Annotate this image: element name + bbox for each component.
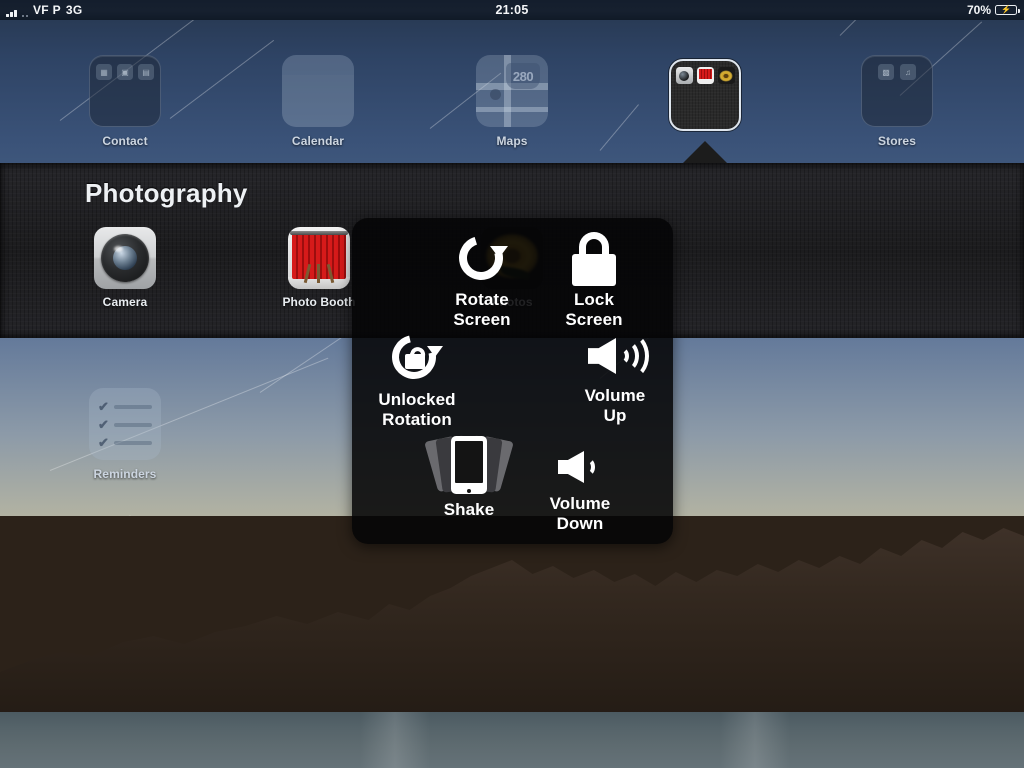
- stores-folder-icon: ▩ ♫: [861, 55, 933, 127]
- status-bar: VF P 3G 21:05 70% ⚡: [0, 0, 1024, 20]
- hud-label: Up: [603, 406, 627, 425]
- maps-icon: 280: [476, 55, 548, 127]
- folder-pointer-arrow: [683, 141, 727, 163]
- hud-label: Down: [556, 514, 604, 533]
- home-icon-photography-folder[interactable]: [657, 59, 753, 131]
- hud-label: Screen: [453, 310, 511, 329]
- hud-label: Screen: [565, 310, 623, 329]
- lock-screen-icon: [569, 232, 619, 286]
- battery-charging-icon: ⚡: [995, 5, 1020, 15]
- home-icon-label: Reminders: [93, 467, 157, 481]
- calendar-icon: [282, 55, 354, 127]
- home-icon-calendar[interactable]: Calendar: [270, 55, 366, 148]
- mountain-range: [0, 516, 1024, 716]
- hud-label: Shake: [443, 500, 495, 519]
- hud-label: Unlocked: [378, 390, 456, 409]
- home-icon-reminders[interactable]: ✔ ✔ ✔ Reminders: [77, 388, 173, 481]
- hud-shake[interactable]: Shake: [414, 435, 524, 520]
- contact-mini-icon: ▦: [96, 64, 112, 80]
- contact-mini-icon: ▤: [138, 64, 154, 80]
- hud-unlocked-rotation[interactable]: Unlocked Rotation: [352, 326, 482, 430]
- home-icon-maps[interactable]: 280 Maps: [464, 55, 560, 148]
- photo-booth-mini-icon: [696, 67, 714, 84]
- volume-up-icon: [586, 330, 649, 382]
- folder-app-label: Camera: [102, 295, 148, 309]
- hud-lock-screen[interactable]: Lock Screen: [544, 232, 644, 330]
- unlocked-rotation-icon: [383, 326, 445, 388]
- hud-volume-down[interactable]: Volume Down: [522, 444, 638, 534]
- hud-label: Rotation: [382, 410, 452, 429]
- hud-label: Rotate: [455, 290, 509, 309]
- contact-folder-icon: ▦ ▣ ▤: [89, 55, 161, 127]
- folder-app-camera[interactable]: Camera: [77, 227, 173, 309]
- shake-icon: [424, 435, 514, 496]
- camera-icon: [94, 227, 156, 289]
- highway-shield: 280: [506, 63, 540, 89]
- folder-title: Photography: [85, 178, 248, 208]
- photography-folder-icon: [669, 59, 741, 131]
- hud-volume-up[interactable]: Volume Up: [557, 330, 673, 426]
- hud-label: Lock: [573, 290, 615, 309]
- store-mini-icon: ♫: [900, 64, 916, 80]
- home-icon-label: Stores: [878, 134, 916, 148]
- home-icon-label: Calendar: [291, 134, 345, 148]
- camera-mini-icon: [675, 67, 693, 84]
- contact-mini-icon: ▣: [117, 64, 133, 80]
- assistive-touch-hud: Rotate Screen Lock Screen Unlocked Rotat…: [352, 218, 673, 544]
- rotate-screen-icon: [451, 228, 511, 288]
- photo-booth-icon: [288, 227, 350, 289]
- volume-down-icon: [556, 444, 604, 490]
- lake-water: [0, 712, 1024, 768]
- hud-label: Volume: [549, 494, 611, 513]
- clock-label: 21:05: [495, 3, 529, 17]
- home-icon-stores[interactable]: ▩ ♫ Stores: [849, 55, 945, 148]
- home-icon-contact[interactable]: ▦ ▣ ▤ Contact: [77, 55, 173, 148]
- store-mini-icon: ▩: [878, 64, 894, 80]
- photos-mini-icon: [717, 67, 735, 84]
- home-icon-label: Contact: [102, 134, 148, 148]
- home-icon-label: Maps: [496, 134, 528, 148]
- hud-label: Volume: [584, 386, 646, 405]
- hud-rotate-screen[interactable]: Rotate Screen: [427, 228, 537, 330]
- reminders-icon: ✔ ✔ ✔: [89, 388, 161, 460]
